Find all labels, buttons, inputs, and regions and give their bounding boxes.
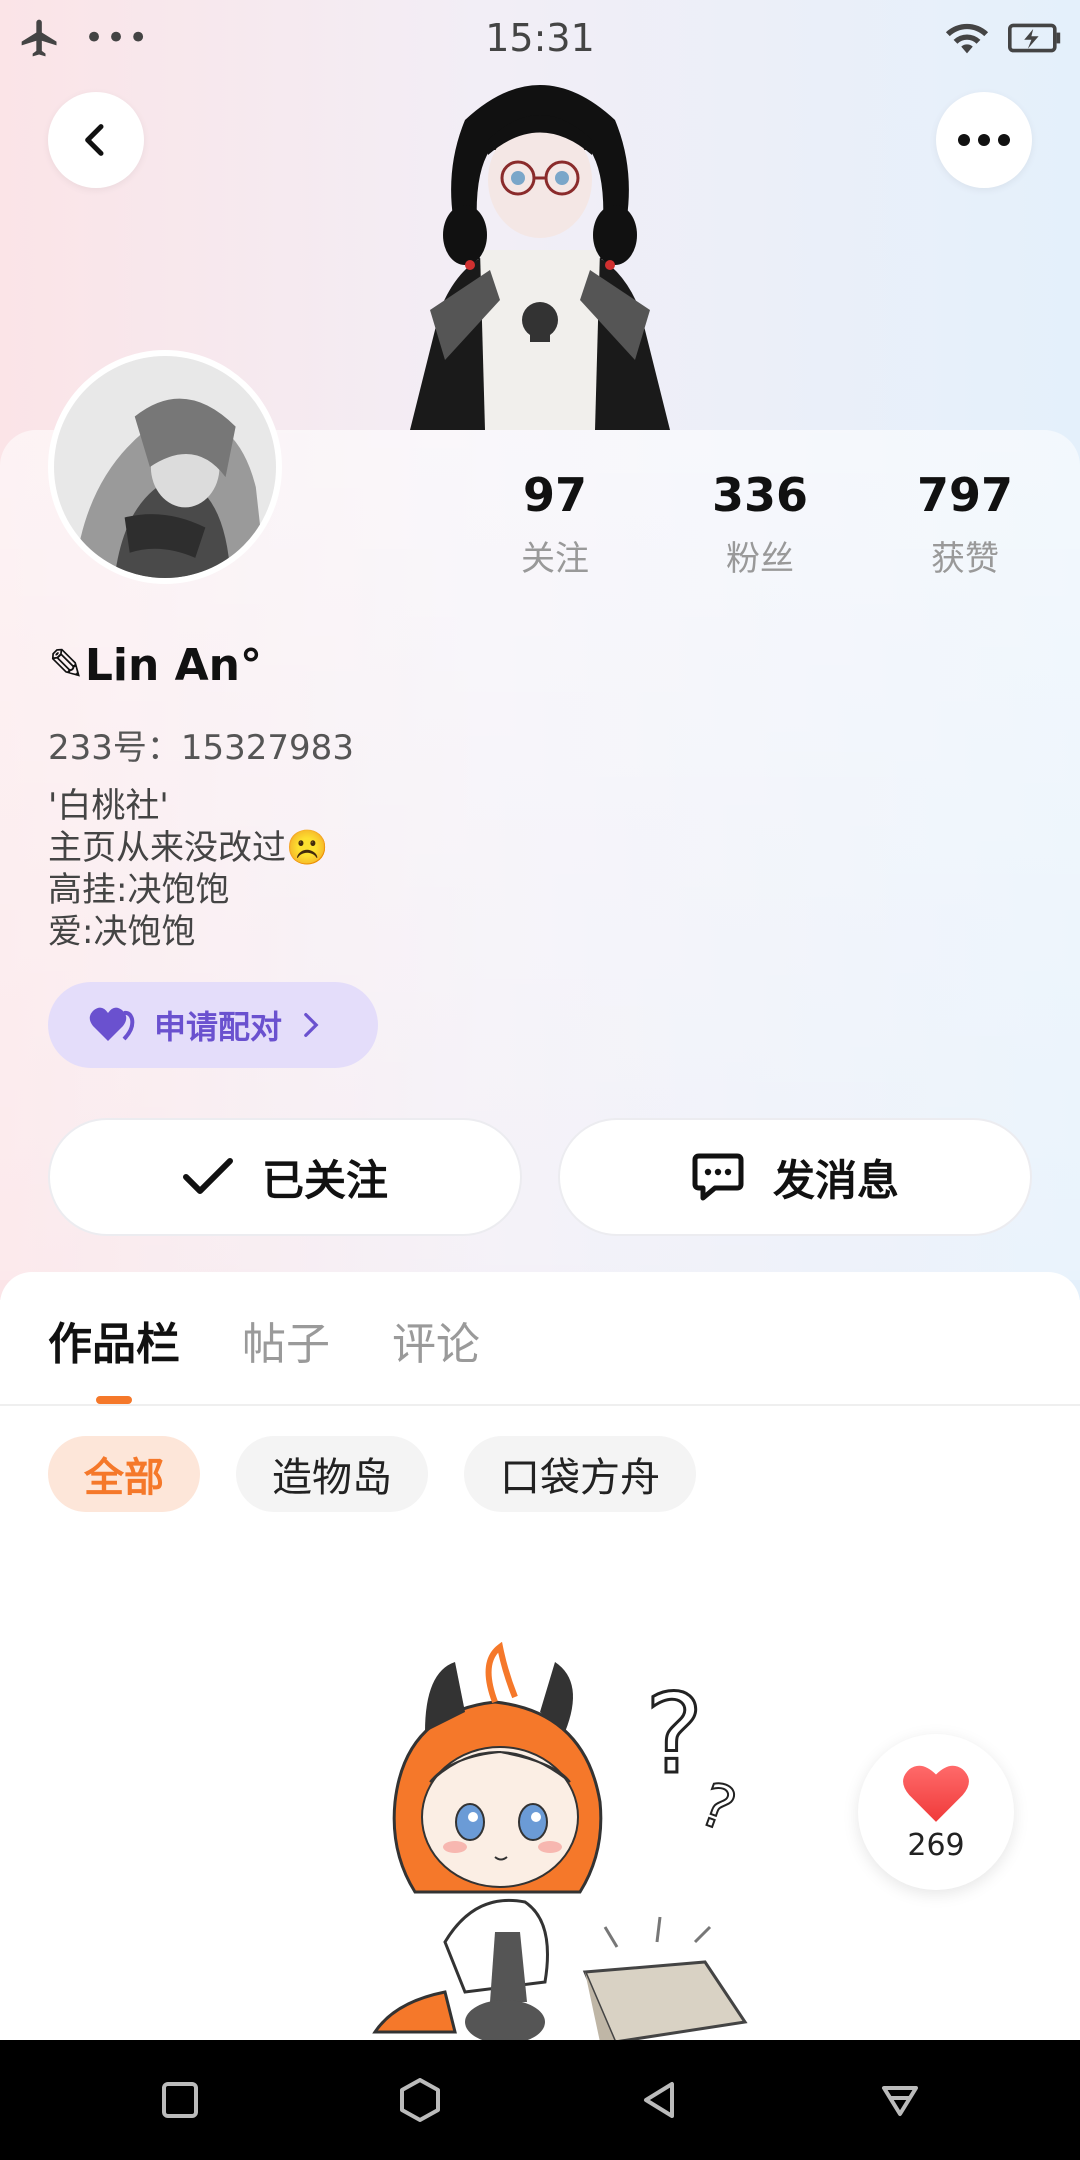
battery-charging-icon [1008,23,1061,53]
heart-pair-icon [89,1007,135,1041]
active-tab-indicator [96,1396,132,1404]
more-options-button[interactable] [936,92,1032,188]
followed-button[interactable]: 已关注 [48,1118,522,1236]
back-button[interactable] [48,92,144,188]
send-message-button[interactable]: 发消息 [558,1118,1032,1236]
notification-shade-button[interactable] [860,2060,940,2140]
triangle-back-icon [644,2082,674,2118]
filter-pocket-ark[interactable]: 口袋方舟 [464,1436,696,1512]
status-bar: ••• 15:31 [0,0,1080,76]
profile-nickname: ✎Lin An° [48,640,263,691]
tab-comments[interactable]: 评论 [392,1308,480,1372]
back-nav-button[interactable] [620,2060,700,2140]
hero-character-image [410,85,670,430]
profile-bio: '白桃社' 主页从来没改过☹️ 高挂:决饱饱 爱:决饱饱 [48,785,328,953]
like-floating-button[interactable]: 269 [858,1734,1014,1890]
bio-line: '白桃社' [48,786,169,826]
more-notifications-icon: ••• [84,18,151,58]
stat-following-value: 97 [522,468,587,522]
profile-uid: 233号：15327983 [48,728,354,768]
recent-apps-button[interactable] [140,2060,220,2140]
stat-fans[interactable]: 336 粉丝 [685,468,835,580]
content-section: 作品栏 帖子 评论 全部 造物岛 口袋方舟 ? ? [0,1272,1080,2160]
stat-fans-label: 粉丝 [726,539,794,580]
tab-works[interactable]: 作品栏 [48,1308,180,1372]
wifi-icon [945,23,989,54]
profile-actions: 已关注 发消息 [48,1118,1032,1236]
status-time: 15:31 [485,16,595,60]
chat-bubble-icon [692,1153,744,1201]
airplane-mode-icon [21,19,57,57]
filter-all[interactable]: 全部 [48,1436,200,1512]
send-message-label: 发消息 [772,1155,899,1205]
filter-creation-island[interactable]: 造物岛 [236,1436,428,1512]
heart-icon [903,1765,969,1822]
svg-text:?: ? [645,1670,703,1798]
more-horizontal-icon [958,134,1010,146]
home-button[interactable] [380,2060,460,2140]
tab-posts[interactable]: 帖子 [242,1308,330,1372]
bio-line: 高挂:决饱饱 [48,870,230,910]
apply-pair-button[interactable]: 申请配对 [48,982,378,1068]
followed-label: 已关注 [261,1155,388,1205]
stat-likes-label: 获赞 [931,539,999,580]
content-tabs: 作品栏 帖子 评论 [48,1308,480,1372]
square-icon [162,2082,198,2118]
chevron-right-icon [304,1012,319,1038]
stat-likes-value: 797 [916,468,1014,522]
system-navigation-bar [0,2040,1080,2160]
hexagon-icon [400,2078,440,2122]
profile-stats: 97 关注 336 粉丝 797 获赞 [480,468,1040,580]
stat-fans-value: 336 [711,468,809,522]
stat-following-label: 关注 [521,539,589,580]
apply-pair-label: 申请配对 [154,1008,283,1046]
profile-screen: ••• 15:31 97 关注 336 粉丝 797 获赞 ✎Lin An° 2… [0,0,1080,2160]
stat-following[interactable]: 97 关注 [480,468,630,580]
bio-line: 爱:决饱饱 [48,912,196,952]
avatar-image [54,356,276,578]
bio-line: 主页从来没改过☹️ [48,828,329,868]
like-count: 269 [907,1827,965,1863]
empty-state-illustration: ? ? [372,1642,748,2042]
stat-likes[interactable]: 797 获赞 [890,468,1040,580]
avatar[interactable] [48,350,282,584]
check-icon [182,1158,233,1194]
pull-down-icon [882,2086,918,2116]
work-filter-chips: 全部 造物岛 口袋方舟 [48,1436,696,1512]
chevron-left-icon [85,124,104,156]
tab-divider [0,1404,1080,1406]
